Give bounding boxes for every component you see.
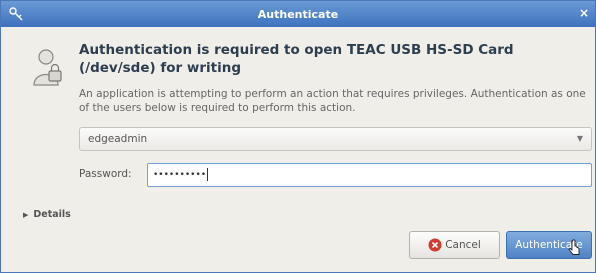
authenticate-dialog: Authenticate × Authentication is require… (0, 0, 596, 273)
dialog-description: An application is attempting to perform … (79, 88, 586, 114)
password-label: Password: (79, 168, 132, 180)
details-expander[interactable]: ▶ Details (23, 209, 71, 220)
details-label: Details (33, 209, 71, 220)
cancel-label: Cancel (445, 239, 481, 251)
close-icon[interactable]: × (577, 5, 591, 21)
text-cursor (207, 168, 209, 181)
user-select[interactable]: edgeadmin ▼ (79, 127, 592, 151)
keys-icon (9, 7, 23, 21)
dialog-heading: Authentication is required to open TEAC … (79, 42, 514, 76)
admin-lock-icon (33, 49, 62, 86)
titlebar[interactable]: Authenticate × (1, 1, 595, 27)
cancel-icon (428, 238, 442, 252)
cancel-button[interactable]: Cancel (409, 231, 500, 259)
expand-arrow-icon: ▶ (23, 211, 29, 219)
password-field[interactable]: •••••••••• (147, 163, 592, 187)
password-masked-value: •••••••••• (153, 170, 207, 180)
window-title: Authenticate (257, 7, 339, 21)
chevron-down-icon: ▼ (576, 134, 583, 143)
mouse-pointer-icon (568, 239, 580, 255)
user-select-value: edgeadmin (88, 133, 148, 145)
